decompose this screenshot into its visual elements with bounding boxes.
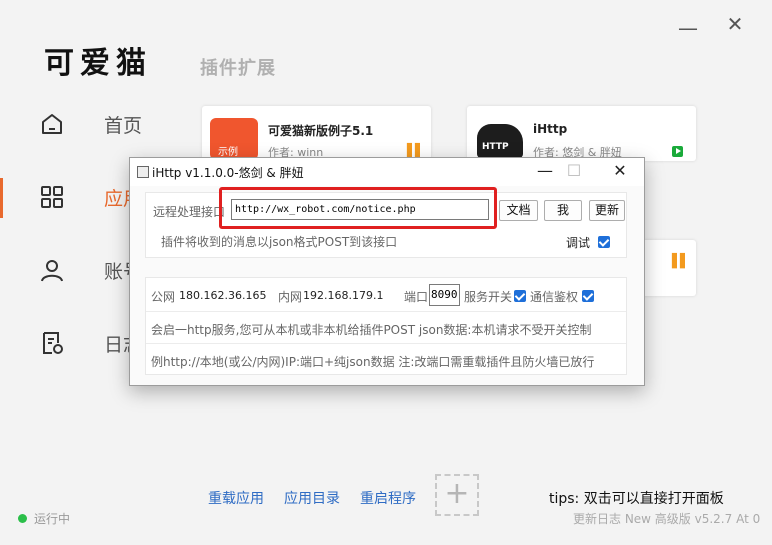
page-title: 插件扩展 [200, 58, 276, 79]
public-ip-label: 公网 [151, 290, 176, 304]
restart-program-link[interactable]: 重启程序 [360, 488, 416, 508]
network-section: 公网 180.162.36.165 内网 192.168.179.1 端口 80… [145, 277, 627, 375]
status-dot-icon [18, 514, 27, 523]
info-text-2: 例http://本地(或公/内网)IP:端口+纯json数据 注:改端口需重载插… [151, 355, 595, 369]
auth-label: 通信鉴权 [530, 290, 579, 304]
doc-button[interactable]: 文档 [499, 200, 538, 221]
plugin-card-example[interactable]: 示例 可爱猫新版例子5.1 作者: winn ▌▌ [202, 106, 431, 161]
add-plugin-button[interactable]: + [435, 474, 479, 516]
user-icon [41, 260, 63, 282]
apps-directory-link[interactable]: 应用目录 [284, 488, 340, 508]
dialog-title: iHttp v1.1.0.0-悠剑 & 胖妞 [152, 166, 304, 180]
port-label: 端口 [404, 290, 429, 304]
me-button[interactable]: 我 [544, 200, 582, 221]
dialog-close-button[interactable]: ✕ [605, 161, 635, 180]
remote-interface-label: 远程处理接口 [153, 205, 226, 219]
http-cloud-icon: HTTP [477, 124, 523, 158]
highlight-box [219, 187, 497, 229]
service-switch-checkbox[interactable] [514, 290, 526, 302]
home-icon [42, 114, 62, 134]
debug-checkbox[interactable] [598, 236, 610, 248]
sidebar-item-apps[interactable]: 应用 [38, 183, 142, 211]
example-app-icon: 示例 [210, 118, 258, 160]
close-button[interactable]: ✕ [723, 12, 747, 36]
info-text-1: 会启一http服务,您可从本机或非本机给插件POST json数据:本机请求不受… [151, 323, 592, 337]
public-ip-value: 180.162.36.165 [179, 289, 267, 302]
dialog-titlebar[interactable]: iHttp v1.1.0.0-悠剑 & 胖妞 — ☐ ✕ [130, 158, 644, 186]
debug-label: 调试 [566, 236, 591, 250]
update-button[interactable]: 更新 [589, 200, 625, 221]
dialog-minimize-button[interactable]: — [530, 161, 560, 180]
play-icon[interactable] [672, 146, 683, 157]
sidebar-item-log[interactable]: 日志 [38, 329, 142, 357]
log-settings-icon [43, 332, 63, 354]
pause-icon[interactable]: ▌▌ [672, 254, 690, 269]
reload-apps-link[interactable]: 重载应用 [208, 488, 264, 508]
sidebar-item-account[interactable]: 账号 [38, 256, 142, 284]
minimize-button[interactable]: — [676, 16, 700, 40]
service-switch-label: 服务开关 [464, 290, 513, 304]
auth-checkbox[interactable] [582, 290, 594, 302]
tips-text: tips: 双击可以直接打开面板 [549, 491, 724, 507]
plugin-card-ihttp[interactable]: HTTP iHttp 作者: 悠剑 & 胖妞 [467, 106, 696, 161]
plugin-name: iHttp [533, 122, 568, 136]
lan-ip-value: 192.168.179.1 [303, 289, 384, 302]
apps-grid-icon [41, 186, 63, 208]
hint-text: 插件将收到的消息以json格式POST到该接口 [161, 235, 398, 249]
plugin-name: 可爱猫新版例子5.1 [268, 124, 374, 138]
sidebar-item-home[interactable]: 首页 [38, 110, 142, 138]
active-nav-indicator [0, 178, 3, 218]
app-window-icon [137, 166, 149, 178]
version-info[interactable]: 更新日志 New 高级版 v5.2.7 At 0 [573, 510, 760, 527]
status-indicator: 运行中 [18, 510, 70, 527]
lan-ip-label: 内网 [278, 290, 303, 304]
dialog-maximize-button[interactable]: ☐ [559, 161, 589, 180]
app-logo: 可爱猫 [44, 46, 152, 81]
status-label: 运行中 [34, 512, 71, 526]
port-input[interactable]: 8090 [429, 284, 460, 306]
sidebar-item-label: 首页 [104, 114, 143, 137]
